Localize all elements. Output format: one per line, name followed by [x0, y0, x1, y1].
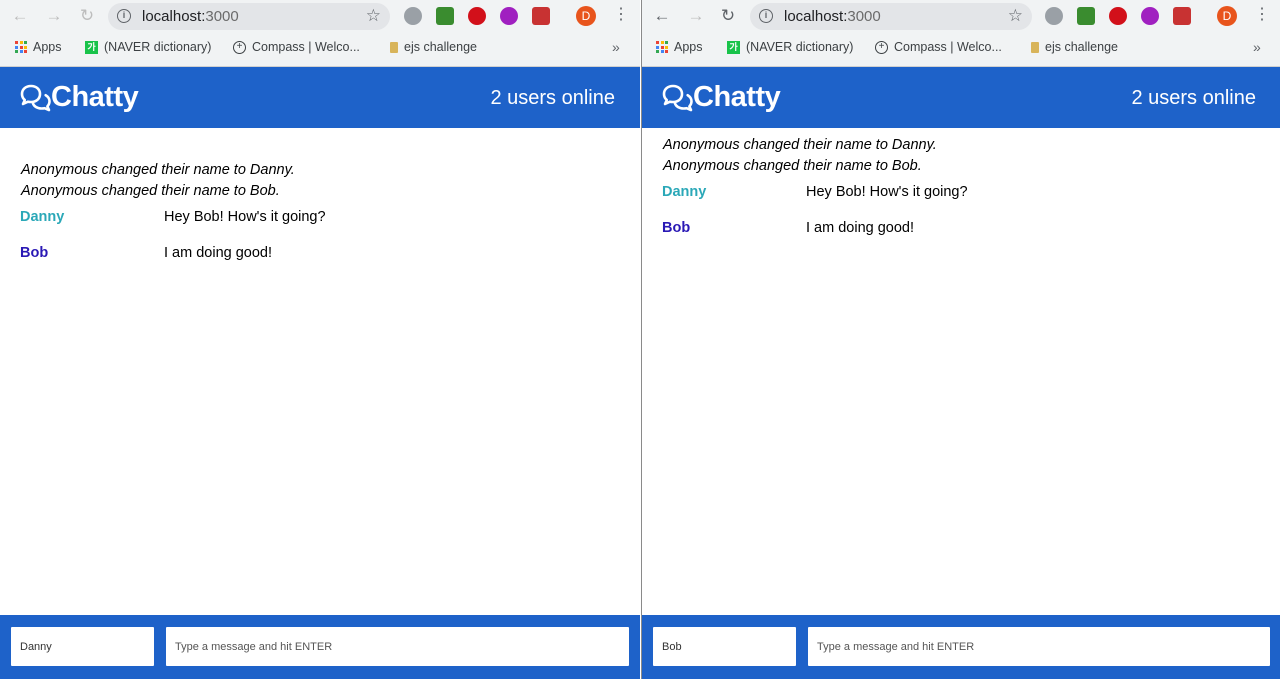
forward-arrow-icon[interactable]: → — [686, 6, 706, 26]
stop-extension-icon[interactable] — [1109, 7, 1127, 25]
chat-composer — [0, 615, 640, 679]
message-row: Bob I am doing good! — [642, 213, 1280, 249]
apps-grid-icon — [656, 41, 668, 53]
purple-extension-icon[interactable] — [500, 7, 518, 25]
bookmark-naver[interactable]: 가 (NAVER dictionary) — [85, 40, 211, 54]
profile-avatar[interactable]: D — [1217, 6, 1237, 26]
message-input[interactable] — [808, 627, 1270, 666]
message-username: Bob — [662, 220, 691, 236]
naver-icon: 가 — [727, 40, 740, 54]
brand-name: Chatty — [51, 81, 139, 113]
red-extension-icon[interactable] — [532, 7, 550, 25]
message-list: Anonymous changed their name to Danny. A… — [0, 160, 640, 274]
bookmark-naver[interactable]: 가 (NAVER dictionary) — [727, 40, 853, 54]
message-username: Danny — [20, 209, 65, 225]
html-extension-icon[interactable] — [1077, 7, 1095, 25]
message-username: Bob — [20, 245, 49, 261]
app-navbar: Chatty 2 users online — [0, 67, 640, 128]
bookmark-compass[interactable]: + Compass | Welco... — [233, 40, 360, 54]
back-arrow-icon[interactable]: ← — [652, 6, 672, 26]
bookmark-star-icon[interactable]: ☆ — [1008, 6, 1023, 26]
kebab-menu-icon[interactable]: ⋮ — [613, 5, 629, 25]
address-bar[interactable]: i localhost:3000 ☆ — [750, 3, 1032, 30]
purple-extension-icon[interactable] — [1141, 7, 1159, 25]
url-text: localhost:3000 — [784, 8, 881, 25]
browser-chrome: ← → ↻ i localhost:3000 ☆ D ⋮ Apps 가 (NAV… — [642, 0, 1280, 67]
compass-icon: + — [875, 40, 888, 54]
reload-icon[interactable]: ↻ — [718, 6, 738, 26]
html-extension-icon[interactable] — [436, 7, 454, 25]
bookmark-label: Compass | Welco... — [252, 40, 360, 54]
bookmark-label: (NAVER dictionary) — [104, 40, 212, 54]
app-brand[interactable]: Chatty — [661, 81, 781, 114]
kebab-menu-icon[interactable]: ⋮ — [1254, 5, 1270, 25]
address-bar[interactable]: i localhost:3000 ☆ — [108, 3, 390, 30]
chat-bubbles-icon — [20, 84, 51, 111]
username-input[interactable] — [653, 627, 796, 666]
system-notification: Anonymous changed their name to Danny. — [21, 162, 295, 178]
message-content: Hey Bob! How's it going? — [806, 184, 968, 200]
message-row: Danny Hey Bob! How's it going? — [642, 177, 1280, 213]
browser-toolbar: ← → ↻ i localhost:3000 ☆ D ⋮ — [642, 0, 1280, 32]
system-notification: Anonymous changed their name to Danny. — [663, 137, 937, 153]
bug-extension-icon[interactable] — [404, 7, 422, 25]
users-online-count: 2 users online — [490, 87, 615, 109]
bookmark-apps[interactable]: Apps — [656, 40, 703, 54]
back-arrow-icon[interactable]: ← — [10, 6, 30, 26]
message-row: Bob I am doing good! — [0, 238, 640, 274]
stop-extension-icon[interactable] — [468, 7, 486, 25]
red-extension-icon[interactable] — [1173, 7, 1191, 25]
compass-icon: + — [233, 40, 246, 54]
message-content: I am doing good! — [806, 220, 915, 236]
chat-bubbles-icon — [662, 84, 693, 111]
message-input[interactable] — [166, 627, 629, 666]
browser-window-right: ← → ↻ i localhost:3000 ☆ D ⋮ Apps 가 (NAV… — [641, 0, 1280, 679]
ejs-icon — [1031, 41, 1039, 53]
bug-extension-icon[interactable] — [1045, 7, 1063, 25]
message-row: Danny Hey Bob! How's it going? — [0, 202, 640, 238]
system-notification: Anonymous changed their name to Bob. — [663, 158, 922, 174]
browser-window-left: ← → ↻ i localhost:3000 ☆ D ⋮ Apps 가 (NAV… — [0, 0, 640, 679]
bookmark-star-icon[interactable]: ☆ — [366, 6, 381, 26]
forward-arrow-icon[interactable]: → — [44, 6, 64, 26]
bookmarks-bar: Apps 가 (NAVER dictionary) + Compass | We… — [0, 32, 640, 66]
message-username: Danny — [662, 184, 707, 200]
message-content: Hey Bob! How's it going? — [164, 209, 326, 225]
chat-composer — [642, 615, 1280, 679]
url-text: localhost:3000 — [142, 8, 239, 25]
bookmark-compass[interactable]: + Compass | Welco... — [875, 40, 1002, 54]
system-notification: Anonymous changed their name to Bob. — [21, 183, 280, 199]
apps-grid-icon — [15, 41, 27, 53]
message-content: I am doing good! — [164, 245, 273, 261]
info-icon[interactable]: i — [759, 9, 773, 23]
reload-icon[interactable]: ↻ — [77, 6, 97, 26]
browser-chrome: ← → ↻ i localhost:3000 ☆ D ⋮ Apps 가 (NAV… — [0, 0, 640, 67]
bookmark-ejs[interactable]: ejs challenge — [390, 40, 477, 54]
bookmarks-overflow-icon[interactable]: » — [1253, 39, 1261, 55]
username-input[interactable] — [11, 627, 154, 666]
naver-icon: 가 — [85, 40, 98, 54]
bookmark-label: Apps — [674, 40, 703, 54]
app-brand[interactable]: Chatty — [19, 81, 139, 114]
browser-toolbar: ← → ↻ i localhost:3000 ☆ D ⋮ — [0, 0, 640, 32]
bookmarks-bar: Apps 가 (NAVER dictionary) + Compass | We… — [642, 32, 1280, 66]
bookmark-label: (NAVER dictionary) — [746, 40, 854, 54]
bookmark-ejs[interactable]: ejs challenge — [1031, 40, 1118, 54]
bookmark-label: Compass | Welco... — [894, 40, 1002, 54]
users-online-count: 2 users online — [1131, 87, 1256, 109]
app-navbar: Chatty 2 users online — [642, 67, 1280, 128]
ejs-icon — [390, 41, 398, 53]
bookmarks-overflow-icon[interactable]: » — [612, 39, 620, 55]
bookmark-label: ejs challenge — [404, 40, 477, 54]
bookmark-label: Apps — [33, 40, 62, 54]
profile-avatar[interactable]: D — [576, 6, 596, 26]
bookmark-apps[interactable]: Apps — [15, 40, 62, 54]
brand-name: Chatty — [693, 81, 781, 113]
info-icon[interactable]: i — [117, 9, 131, 23]
bookmark-label: ejs challenge — [1045, 40, 1118, 54]
message-list: Anonymous changed their name to Danny. A… — [642, 135, 1280, 249]
